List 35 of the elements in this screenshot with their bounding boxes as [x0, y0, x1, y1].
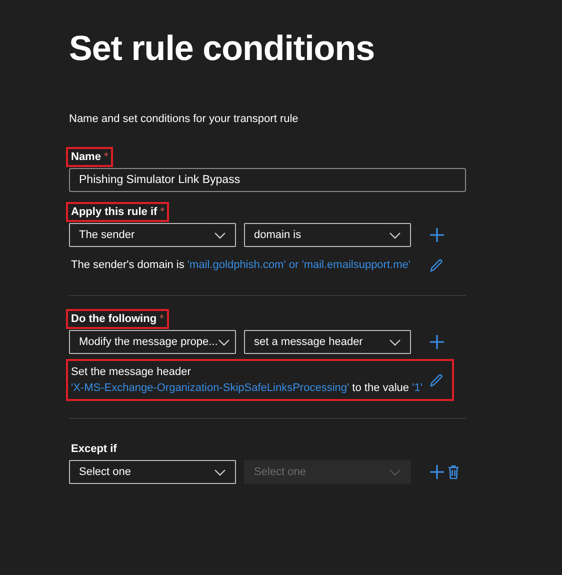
- required-mark: *: [160, 313, 164, 325]
- field-label: Name: [71, 151, 101, 163]
- dropdown[interactable]: Select one: [69, 460, 236, 484]
- add-icon[interactable]: [430, 228, 444, 242]
- trash-icon[interactable]: [448, 465, 459, 479]
- chevron-down-icon: [214, 468, 226, 476]
- value-link[interactable]: 'mail.goldphish.com': [187, 259, 286, 271]
- value-link[interactable]: 'mail.emailsupport.me': [302, 259, 410, 271]
- add-icon[interactable]: [430, 465, 444, 479]
- condition-summary: 'X-MS-Exchange-Organization-SkipSafeLinksProcessing' to the value '1': [71, 381, 422, 396]
- chevron-down-icon: [389, 232, 401, 238]
- field-label: Apply this rule if: [71, 206, 158, 218]
- chevron-down-icon: [389, 338, 401, 346]
- name-input[interactable]: Phishing Simulator Link Bypass: [69, 168, 466, 192]
- chevron-down-icon: [214, 232, 226, 238]
- add-icon[interactable]: [430, 335, 444, 349]
- field-label: Except if: [71, 443, 117, 455]
- value-link[interactable]: 'X-MS-Exchange-Organization-SkipSafeLinksProcessing': [71, 382, 350, 394]
- edit-icon[interactable]: [430, 374, 443, 386]
- value-link[interactable]: or: [288, 259, 299, 271]
- chevron-down-icon: [218, 338, 230, 346]
- condition-summary: The sender's domain is 'mail.goldphish.com' or 'mail.emailsupport.me': [71, 258, 410, 273]
- dropdown[interactable]: Modify the message prope...: [69, 330, 236, 354]
- value-link[interactable]: '1': [412, 382, 422, 394]
- required-mark: *: [160, 206, 164, 218]
- dropdown[interactable]: The sender: [69, 223, 236, 247]
- page-subtitle: Name and set conditions for your transport rule: [69, 113, 300, 125]
- page-title: Set rule conditions: [69, 28, 376, 70]
- chevron-down-icon: [389, 468, 401, 476]
- field-label: Do the following: [71, 313, 157, 325]
- dropdown[interactable]: domain is: [244, 223, 411, 247]
- edit-icon[interactable]: [430, 258, 443, 272]
- condition-summary: Set the message header: [71, 365, 192, 380]
- required-mark: *: [104, 151, 108, 163]
- dropdown[interactable]: set a message header: [244, 330, 411, 354]
